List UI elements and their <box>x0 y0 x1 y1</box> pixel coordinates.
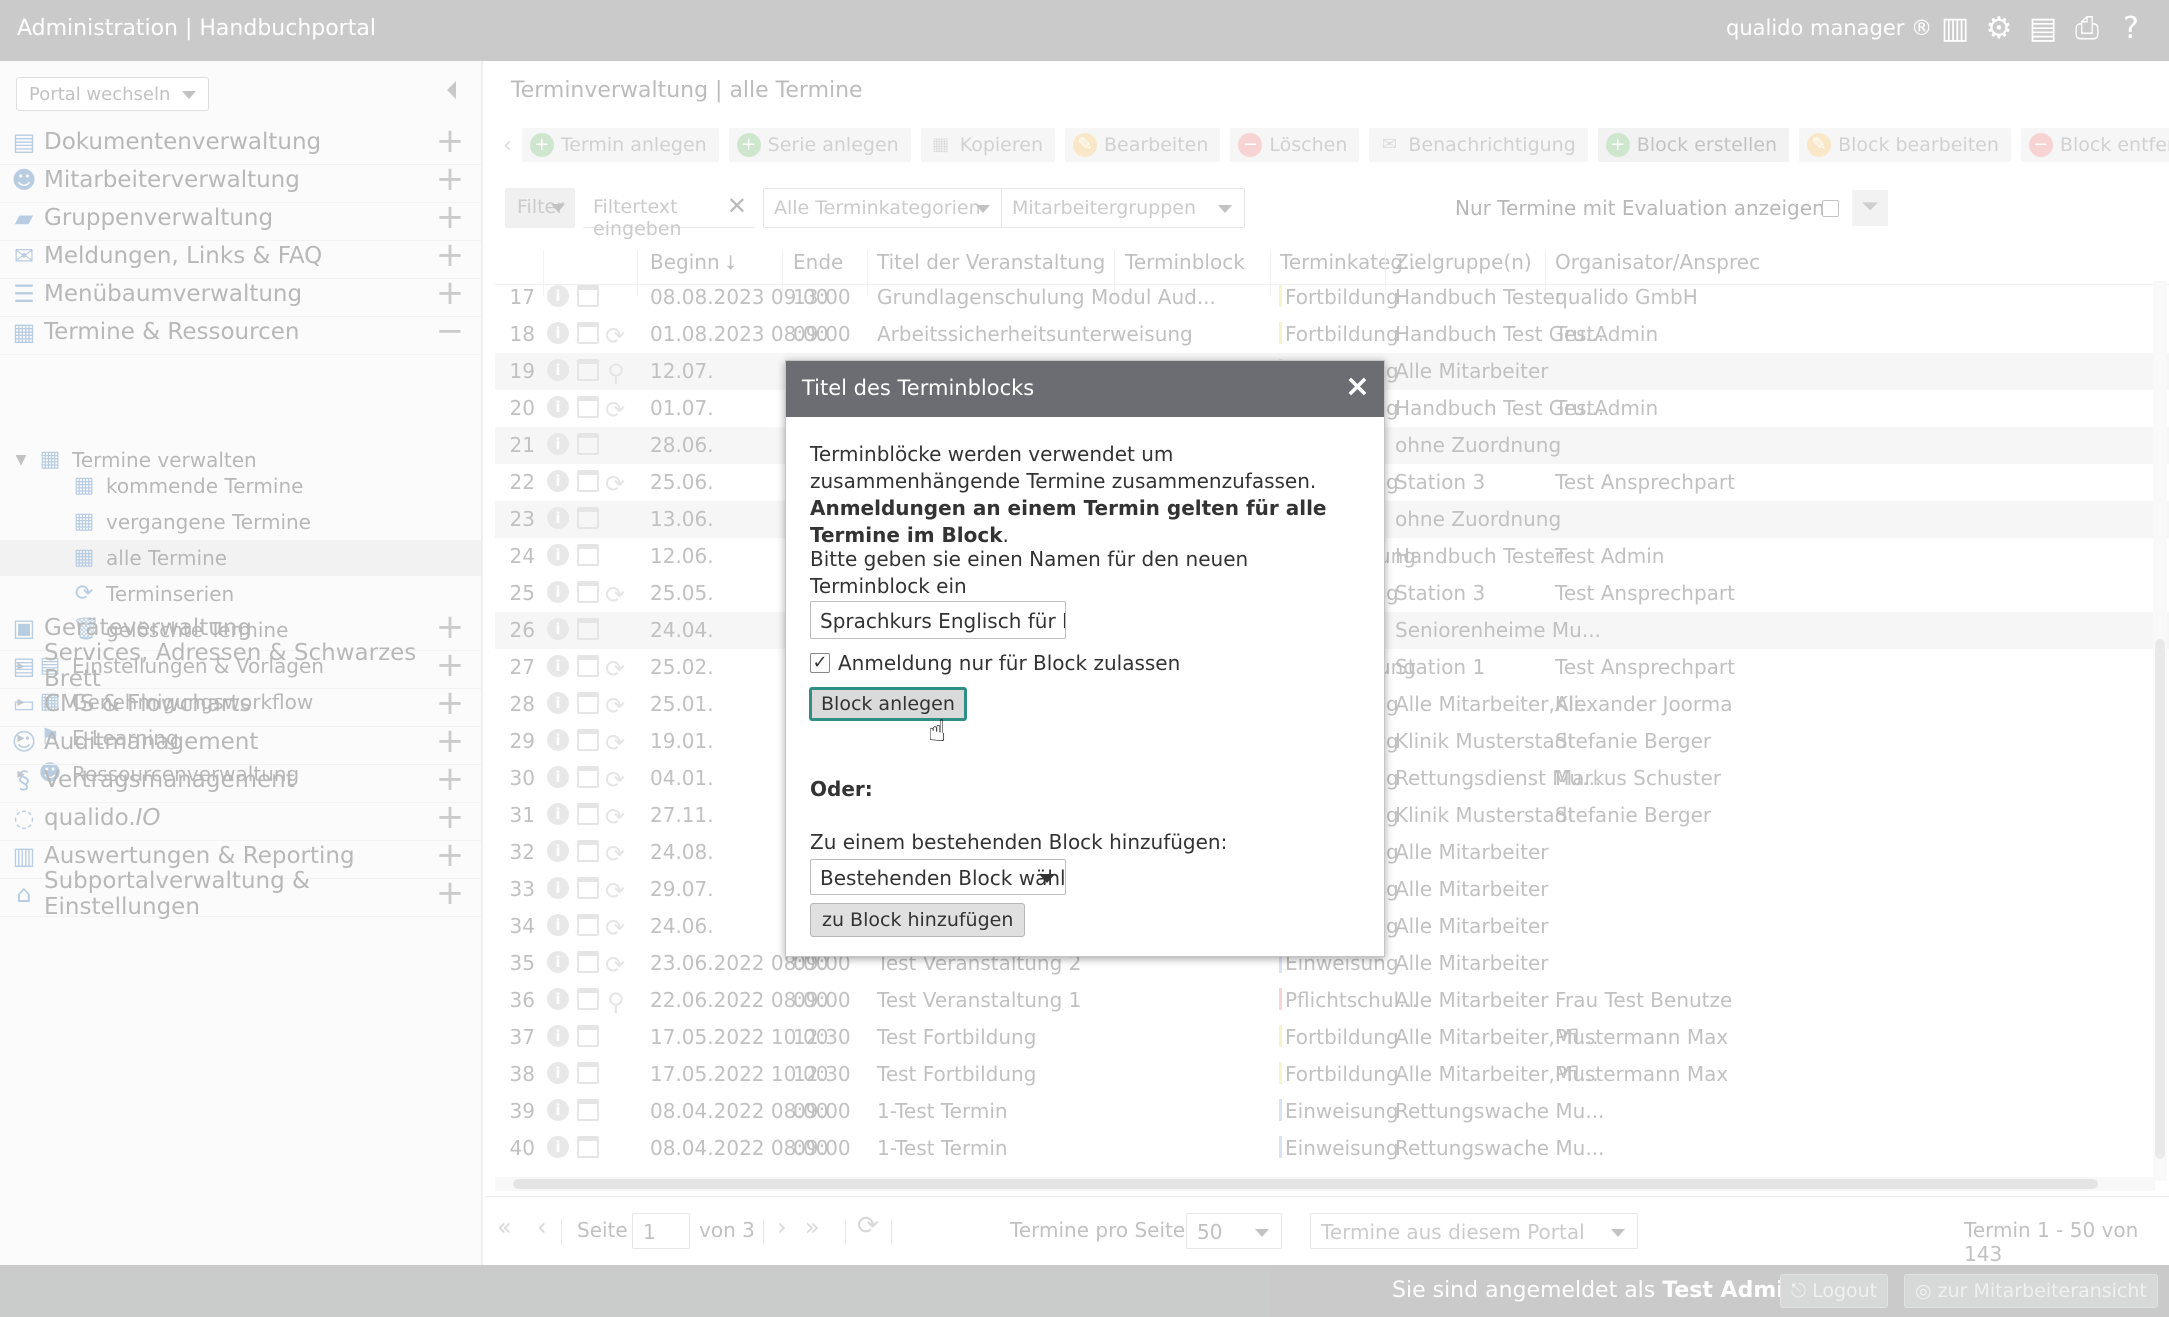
existing-block-prompt: Zu einem bestehenden Block hinzufügen: <box>810 830 1228 854</box>
intro-text: Terminblöcke werden verwendet um zusamme… <box>810 442 1317 493</box>
existing-block-value: Bestehenden Block wählen <box>820 866 1066 890</box>
dialog-title: Titel des Terminblocks <box>802 376 1035 400</box>
name-prompt: Bitte geben sie einen Namen für den neue… <box>810 547 1249 598</box>
close-icon[interactable]: × <box>1345 369 1370 404</box>
existing-block-select[interactable]: Bestehenden Block wählen <box>810 859 1066 895</box>
dialog-intro: Terminblöcke werden verwendet um zusamme… <box>810 441 1370 549</box>
intro-bold-text: Anmeldungen an einem Termin gelten für a… <box>810 496 1327 547</box>
dialog-header: Titel des Terminblocks × <box>786 361 1384 417</box>
intro-end: . <box>1002 523 1009 547</box>
chevron-down-icon <box>1039 874 1055 883</box>
block-name-input[interactable]: Sprachkurs Englisch für Fortgeschrittene <box>810 601 1066 639</box>
add-to-block-button[interactable]: zu Block hinzufügen <box>810 903 1026 937</box>
hand-cursor-icon: ☝ <box>928 714 947 749</box>
or-label: Oder: <box>810 777 873 801</box>
terminblock-dialog: Titel des Terminblocks × Terminblöcke we… <box>785 360 1385 957</box>
block-only-checkbox[interactable]: ✓ <box>810 653 830 673</box>
block-only-label: Anmeldung nur für Block zulassen <box>838 651 1181 675</box>
